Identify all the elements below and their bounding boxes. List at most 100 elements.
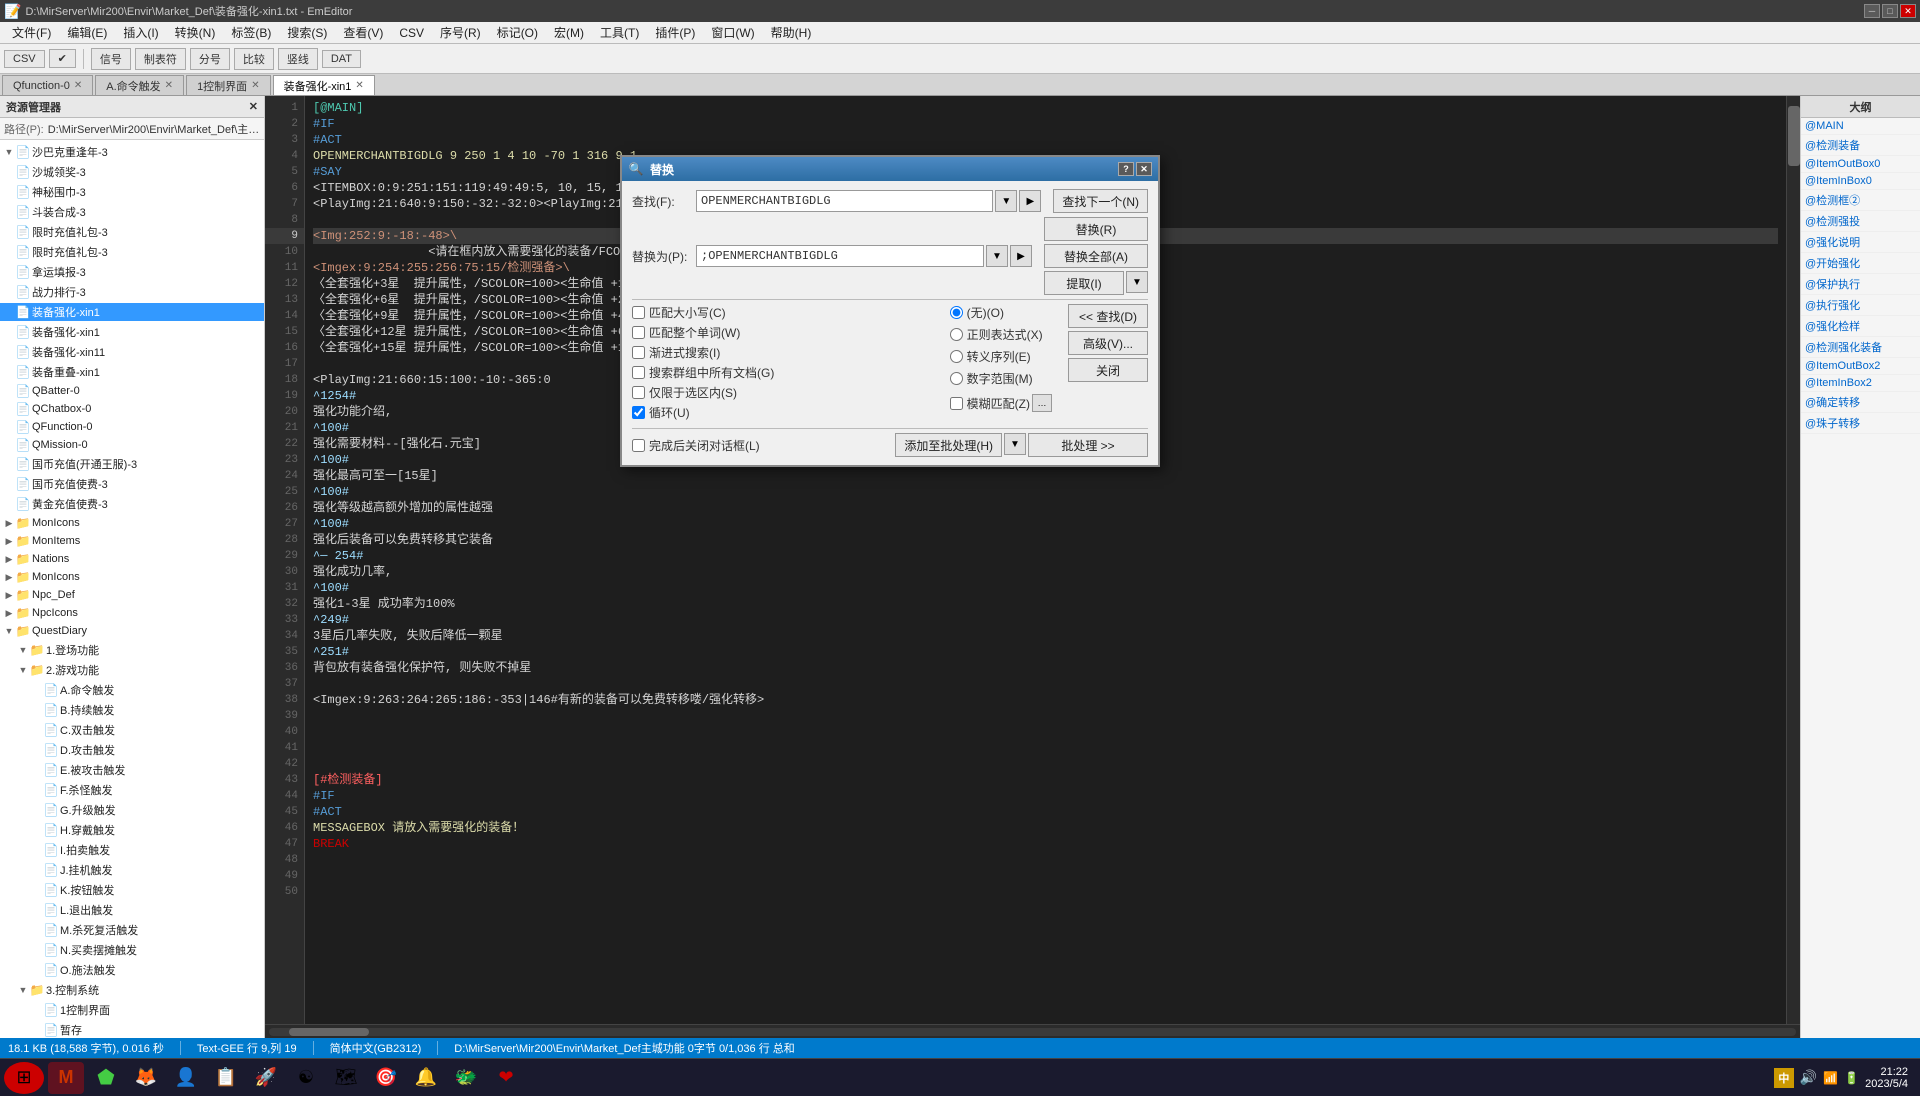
- tree-expand-icon[interactable]: [2, 420, 16, 434]
- dialog-find-input[interactable]: [696, 190, 993, 212]
- tree-expand-icon[interactable]: [2, 345, 16, 359]
- hscroll-track[interactable]: [269, 1028, 1796, 1036]
- tree-item[interactable]: 📄QChatbox-0: [0, 400, 264, 418]
- horizontal-scrollbar[interactable]: [265, 1024, 1800, 1038]
- maximize-button[interactable]: □: [1882, 4, 1898, 18]
- fuzzy-arrow[interactable]: …: [1032, 394, 1052, 412]
- menu-search[interactable]: 搜索(S): [279, 22, 335, 43]
- right-sidebar-item[interactable]: @ItemInBox2: [1801, 375, 1920, 392]
- tree-expand-icon[interactable]: [30, 1023, 44, 1037]
- taskbar-network-icon[interactable]: 📶: [1823, 1071, 1838, 1085]
- tree-item[interactable]: 📄O.施法触发: [0, 960, 264, 980]
- tree-item[interactable]: 📄限时充值礼包-3: [0, 222, 264, 242]
- menu-help[interactable]: 帮助(H): [763, 22, 820, 43]
- right-sidebar-item[interactable]: @执行强化: [1801, 295, 1920, 316]
- checkbox-incremental-input[interactable]: [632, 346, 645, 359]
- dialog-process-arrow[interactable]: ▼: [1004, 433, 1026, 455]
- tree-expand-icon[interactable]: [2, 365, 16, 379]
- taskbar-app-heart[interactable]: ❤: [488, 1062, 524, 1094]
- toolbar-csv[interactable]: CSV: [4, 50, 45, 68]
- tree-item[interactable]: 📄E.被攻击触发: [0, 760, 264, 780]
- taskbar-battery-icon[interactable]: 🔋: [1844, 1071, 1859, 1085]
- tree-item[interactable]: 📄I.拍卖触发: [0, 840, 264, 860]
- tree-expand-icon[interactable]: [30, 943, 44, 957]
- tree-item[interactable]: 📄QMission-0: [0, 436, 264, 454]
- taskbar-volume-icon[interactable]: 🔊: [1800, 1069, 1817, 1086]
- tree-expand-icon[interactable]: [2, 477, 16, 491]
- tab-qfunction[interactable]: Qfunction-0 ✕: [2, 75, 93, 95]
- tree-item[interactable]: 📄B.持续触发: [0, 700, 264, 720]
- tab-control-close[interactable]: ✕: [251, 80, 259, 91]
- checkbox-word-input[interactable]: [632, 326, 645, 339]
- dialog-find-arrow[interactable]: ▼: [995, 190, 1017, 212]
- menu-plugins[interactable]: 插件(P): [647, 22, 703, 43]
- toolbar-signal[interactable]: 信号: [91, 48, 131, 70]
- right-sidebar-item[interactable]: @保护执行: [1801, 274, 1920, 295]
- tree-item[interactable]: ▼📁QuestDiary: [0, 622, 264, 640]
- taskbar-app-target[interactable]: 🎯: [368, 1062, 404, 1094]
- tab-equipment[interactable]: 装备强化-xin1 ✕: [273, 75, 375, 95]
- radio-escape-input[interactable]: [950, 350, 963, 363]
- taskbar-app-dragon[interactable]: 🐲: [448, 1062, 484, 1094]
- tree-expand-icon[interactable]: [30, 683, 44, 697]
- tree-item[interactable]: 📄M.杀死复活触发: [0, 920, 264, 940]
- toolbar-check[interactable]: ✔: [49, 49, 76, 68]
- tree-item[interactable]: 📄黄金充值使费-3: [0, 494, 264, 514]
- tree-expand-icon[interactable]: ▶: [2, 570, 16, 584]
- right-sidebar-item[interactable]: @检测强投: [1801, 211, 1920, 232]
- tree-expand-icon[interactable]: [2, 384, 16, 398]
- tree-expand-icon[interactable]: [2, 205, 16, 219]
- dialog-help-button[interactable]: ?: [1118, 162, 1134, 176]
- tree-item[interactable]: 📄暂存: [0, 1020, 264, 1038]
- tab-qfunction-close[interactable]: ✕: [74, 80, 82, 91]
- right-sidebar-item[interactable]: @ItemOutBox0: [1801, 156, 1920, 173]
- tree-item[interactable]: 📄QFunction-0: [0, 418, 264, 436]
- scrollbar-thumb[interactable]: [1788, 106, 1800, 166]
- dialog-close-button[interactable]: 关闭: [1068, 358, 1148, 382]
- tree-item[interactable]: 📄F.杀怪触发: [0, 780, 264, 800]
- vertical-scrollbar[interactable]: [1786, 96, 1800, 1024]
- tree-expand-icon[interactable]: [30, 963, 44, 977]
- toolbar-compare[interactable]: 比较: [234, 48, 274, 70]
- tree-item[interactable]: ▶📁Npc_Def: [0, 586, 264, 604]
- right-sidebar-item[interactable]: @珠子转移: [1801, 413, 1920, 434]
- tree-expand-icon[interactable]: ▼: [16, 663, 30, 677]
- dialog-replace-arrow2[interactable]: ▶: [1010, 245, 1032, 267]
- tree-expand-icon[interactable]: [2, 497, 16, 511]
- tree-expand-icon[interactable]: [2, 402, 16, 416]
- checkbox-group-input[interactable]: [632, 366, 645, 379]
- taskbar-app-yin[interactable]: ☯: [288, 1062, 324, 1094]
- checkbox-loop-input[interactable]: [632, 406, 645, 419]
- dialog-replace-all-button[interactable]: 替换全部(A): [1044, 244, 1148, 268]
- tree-item[interactable]: 📄国币充值(开通王服)-3: [0, 454, 264, 474]
- tree-expand-icon[interactable]: [30, 763, 44, 777]
- right-sidebar-item[interactable]: @检测框②: [1801, 190, 1920, 211]
- right-sidebar-item[interactable]: @强化检样: [1801, 316, 1920, 337]
- menu-view[interactable]: 查看(V): [335, 22, 391, 43]
- tree-expand-icon[interactable]: ▶: [2, 552, 16, 566]
- tree-expand-icon[interactable]: ▼: [16, 643, 30, 657]
- menu-edit[interactable]: 编辑(E): [59, 22, 115, 43]
- sidebar-close-icon[interactable]: ✕: [249, 100, 258, 113]
- tree-item[interactable]: 📄A.命令触发: [0, 680, 264, 700]
- tree-item[interactable]: 📄1控制界面: [0, 1000, 264, 1020]
- tree-expand-icon[interactable]: [2, 285, 16, 299]
- tree-expand-icon[interactable]: [30, 703, 44, 717]
- dialog-extract-button[interactable]: 提取(I): [1044, 271, 1124, 295]
- ime-chinese-icon[interactable]: 中: [1774, 1068, 1794, 1088]
- tree-expand-icon[interactable]: [30, 903, 44, 917]
- right-sidebar-item[interactable]: @ItemOutBox2: [1801, 358, 1920, 375]
- checkbox-selection-input[interactable]: [632, 386, 645, 399]
- dialog-close-x-button[interactable]: ✕: [1136, 162, 1152, 176]
- tree-item[interactable]: ▼📄沙巴克重逢年-3: [0, 142, 264, 162]
- tab-equipment-close[interactable]: ✕: [355, 80, 363, 91]
- menu-macro[interactable]: 宏(M): [546, 22, 592, 43]
- tree-item[interactable]: 📄装备强化-xin11: [0, 342, 264, 362]
- radio-none-input[interactable]: [950, 306, 963, 319]
- menu-csv[interactable]: CSV: [391, 24, 432, 42]
- radio-numrange-input[interactable]: [950, 372, 963, 385]
- taskbar-app-map[interactable]: 🗺: [328, 1062, 364, 1094]
- taskbar-app-green[interactable]: ⬟: [88, 1062, 124, 1094]
- dialog-advanced-button[interactable]: 高级(V)...: [1068, 331, 1148, 355]
- right-sidebar-item[interactable]: @检测装备: [1801, 135, 1920, 156]
